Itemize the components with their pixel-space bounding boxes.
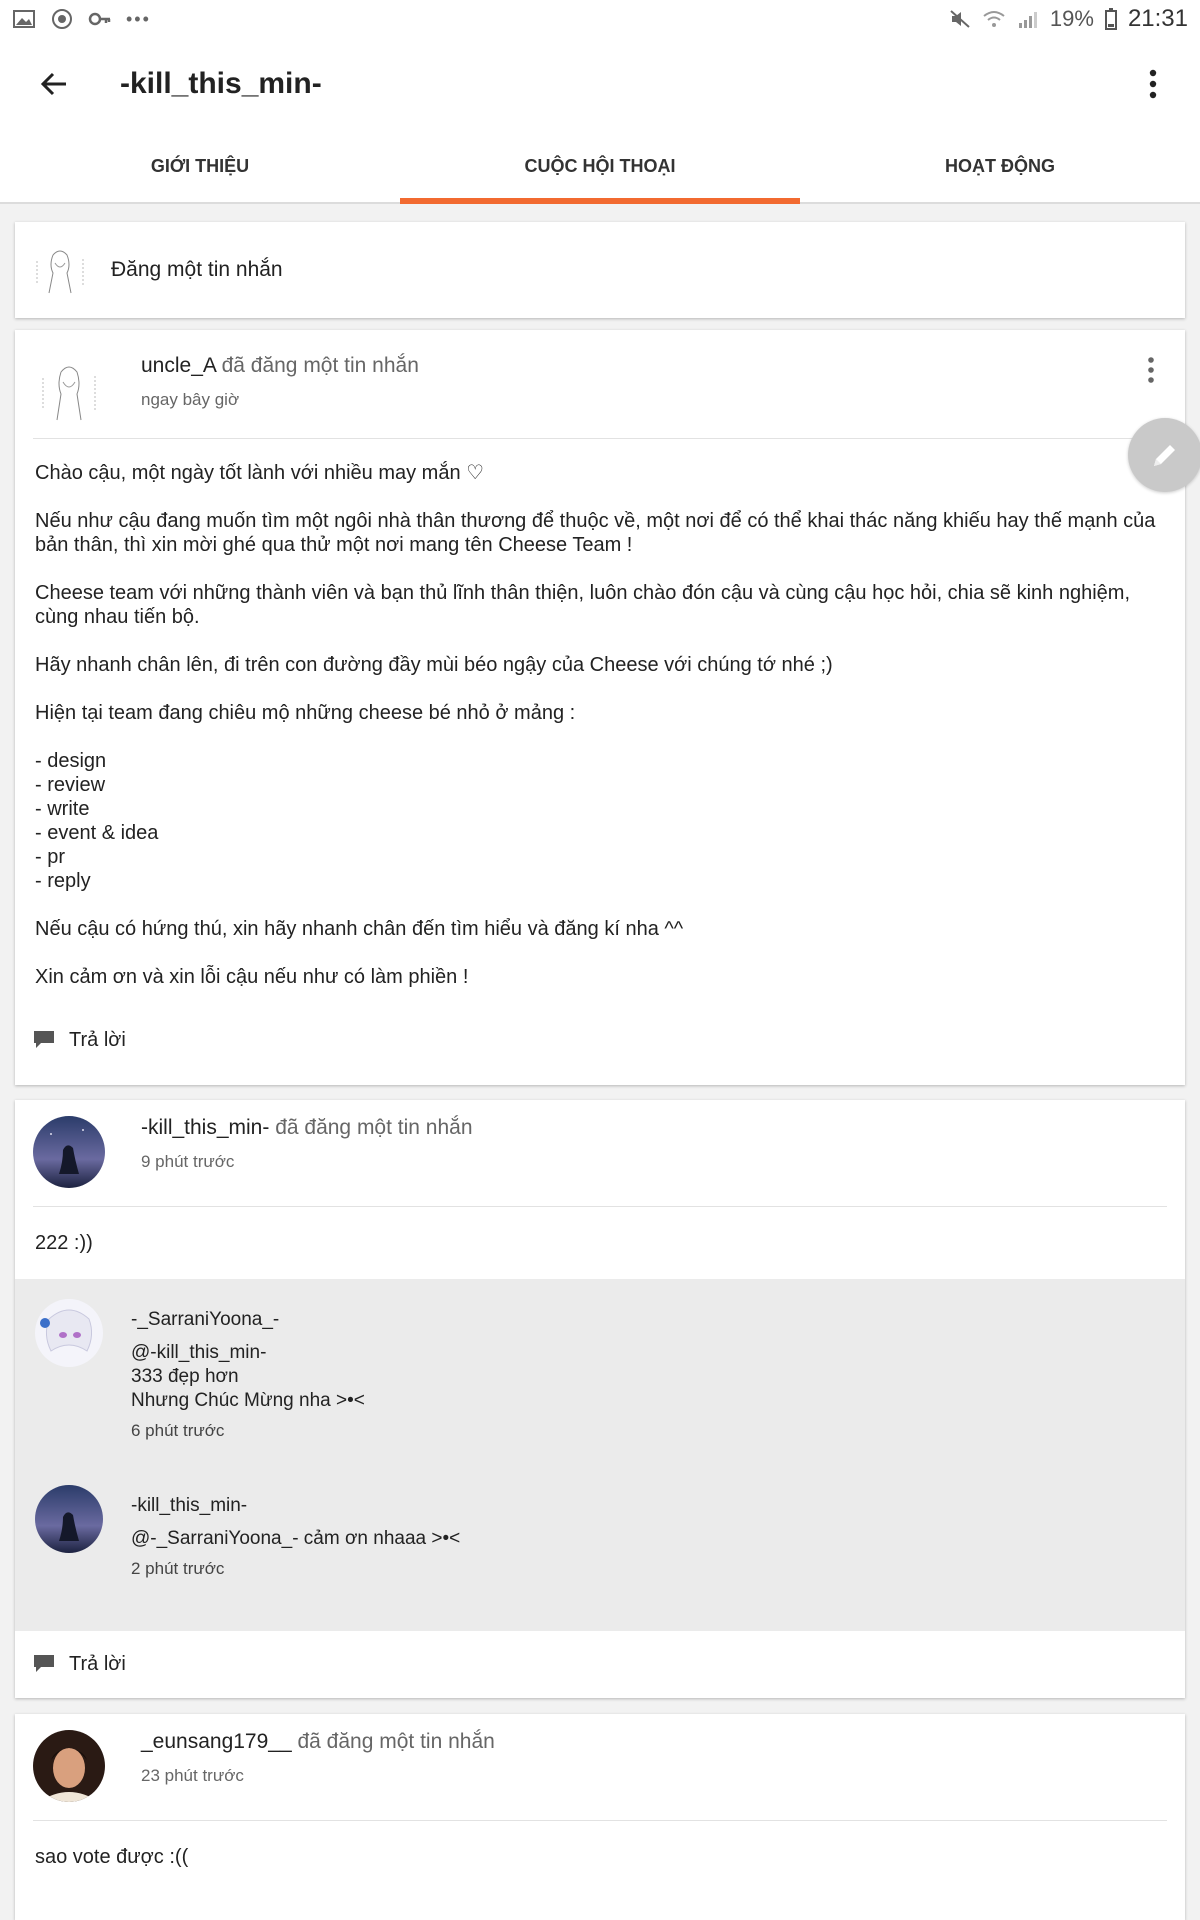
comment-text: @-kill_this_min- 333 đẹp hơn Nhưng Chúc … [131, 1342, 365, 1411]
more-vert-icon [1149, 69, 1157, 99]
post-verb: đã đăng một tin nhắn [291, 1730, 495, 1753]
comment: -kill_this_min- @-_SarraniYoona_- cảm ơn… [15, 1485, 1185, 1579]
clock: 21:31 [1127, 5, 1188, 32]
post-author[interactable]: -kill_this_min- [141, 1116, 269, 1139]
post-time: 23 phút trước [141, 1766, 244, 1785]
post-text: 222 :)) [35, 1232, 93, 1254]
overflow-menu-button[interactable] [1128, 54, 1178, 114]
post-menu-button[interactable] [1141, 352, 1161, 388]
comment-author[interactable]: -kill_this_min- [131, 1495, 460, 1517]
comment: -_SarraniYoona_- @-kill_this_min- 333 đẹ… [15, 1299, 1185, 1441]
page-title: -kill_this_min- [120, 67, 322, 100]
comment-time: 6 phút trước [131, 1421, 225, 1440]
comment-icon [34, 1031, 54, 1048]
post-paragraph: Hãy nhanh chân lên, đi trên con đường đầ… [35, 654, 833, 676]
post-paragraph: Cheese team với những thành viên và bạn … [35, 582, 1131, 628]
post-verb: đã đăng một tin nhắn [269, 1116, 473, 1139]
reply-label: Trả lời [69, 1028, 126, 1051]
post-text: sao vote được :(( [35, 1846, 189, 1868]
tab-intro[interactable]: GIỚI THIỆU [0, 130, 400, 202]
compose-message-card[interactable]: Đăng một tin nhắn [15, 222, 1185, 318]
image-icon [13, 10, 35, 28]
post-time: 9 phút trước [141, 1152, 235, 1171]
post-paragraph: Nếu cậu có hứng thú, xin hãy nhanh chân … [35, 918, 684, 940]
comment-text: @-_SarraniYoona_- cảm ơn nhaaa >•< [131, 1528, 461, 1549]
comment-time: 2 phút trước [131, 1559, 225, 1578]
post-card: -kill_this_min- đã đăng một tin nhắn 9 p… [15, 1100, 1185, 1698]
post-verb: đã đăng một tin nhắn [215, 354, 419, 377]
mute-icon [950, 10, 970, 28]
post-card: _eunsang179__ đã đăng một tin nhắn 23 ph… [15, 1714, 1185, 1920]
key-icon [88, 12, 111, 26]
status-bar: ••• 19% 21:31 [0, 0, 1200, 38]
compose-label: Đăng một tin nhắn [111, 258, 283, 281]
tab-conversations[interactable]: CUỘC HỘI THOẠI [400, 130, 800, 204]
reply-button[interactable]: Trả lời [15, 997, 1185, 1083]
post-paragraph: Hiện tại team đang chiêu mộ những cheese… [35, 702, 576, 724]
post-list: - design - review - write - event & idea… [35, 750, 159, 892]
battery-icon [1104, 8, 1117, 30]
comment-thread: -_SarraniYoona_- @-kill_this_min- 333 đẹ… [15, 1279, 1185, 1631]
post-author[interactable]: _eunsang179__ [141, 1730, 292, 1753]
post-author[interactable]: uncle_A [141, 354, 216, 377]
post-body: 222 :)) [15, 1207, 1185, 1279]
app-bar: -kill_this_min- [0, 38, 1200, 130]
post-body: sao vote được :(( [15, 1821, 1185, 1869]
edit-fab-button[interactable] [1128, 418, 1200, 492]
comment-author[interactable]: -_SarraniYoona_- [131, 1309, 365, 1331]
battery-percent: 19% [1049, 6, 1094, 31]
avatar [33, 354, 105, 426]
tab-bar: GIỚI THIỆU CUỘC HỘI THOẠI HOẠT ĐỘNG [0, 130, 1200, 204]
reply-button[interactable]: Trả lời [15, 1631, 1185, 1697]
post-paragraph: Xin cảm ơn và xin lỗi cậu nếu như có làm… [35, 966, 469, 988]
pencil-icon [1154, 445, 1175, 466]
user-avatar [31, 241, 89, 299]
post-card: uncle_A đã đăng một tin nhắn ngay bây gi… [15, 330, 1185, 1085]
more-notifications-icon: ••• [126, 8, 151, 29]
media-icon [52, 9, 72, 29]
arrow-back-icon [40, 72, 66, 96]
tab-activity[interactable]: HOẠT ĐỘNG [800, 130, 1200, 202]
reply-label: Trả lời [69, 1652, 126, 1675]
avatar [33, 1116, 105, 1188]
comment-icon [34, 1655, 54, 1672]
signal-icon [1018, 12, 1037, 28]
post-paragraph: Chào cậu, một ngày tốt lành với nhiều ma… [35, 462, 485, 484]
avatar [35, 1485, 103, 1553]
avatar [33, 1730, 105, 1802]
post-body: Chào cậu, một ngày tốt lành với nhiều ma… [15, 439, 1185, 997]
avatar [35, 1299, 103, 1367]
back-button[interactable] [24, 54, 84, 114]
post-time: ngay bây giờ [141, 390, 240, 409]
post-paragraph: Nếu như cậu đang muốn tìm một ngôi nhà t… [35, 510, 1156, 556]
wifi-icon [983, 11, 1005, 27]
more-vert-icon [1148, 357, 1154, 383]
